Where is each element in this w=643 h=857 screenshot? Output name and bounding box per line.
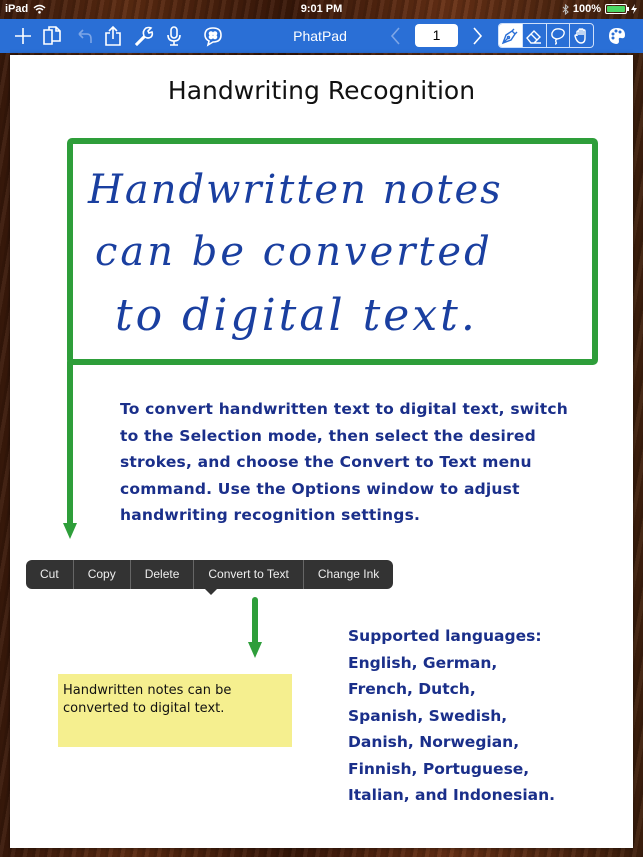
lasso-icon [551,27,565,45]
battery-icon [605,4,629,14]
share-icon [105,25,121,46]
page-number-field[interactable]: 1 [415,24,458,47]
chevron-right-icon [473,27,483,45]
green-arrow-left-head [63,523,77,539]
languages-line: Italian, and Indonesian. [348,786,556,804]
context-menu: Cut Copy Delete Convert to Text Change I… [26,560,394,589]
supported-languages: Supported languages: English, German, Fr… [348,623,608,809]
palette-icon [609,28,625,44]
menu-item-convert-to-text[interactable]: Convert to Text [194,560,304,589]
menu-item-cut[interactable]: Cut [26,560,74,589]
green-arrow-middle-head [248,642,262,658]
chevron-left-icon [390,27,400,45]
previous-page-button[interactable] [384,24,408,48]
languages-heading: Supported languages: [348,627,542,645]
handwritten-line: Handwritten notes [87,167,503,213]
eraser-mode-button[interactable] [523,24,547,47]
languages-line: Finnish, Portuguese, [348,759,530,778]
status-bar: iPad 9:01 PM 100% [0,0,643,19]
undo-button[interactable] [72,24,96,48]
lasso-mode-button[interactable] [547,24,571,47]
instructions-text: To convert handwritten text to digital t… [120,400,569,524]
languages-line: English, German, [348,653,498,672]
pen-mode-button[interactable] [499,24,523,47]
palette-button[interactable] [605,24,629,48]
undo-icon [78,29,92,43]
menu-item-change-ink[interactable]: Change Ink [304,560,393,589]
eraser-icon [526,29,542,44]
app-title: PhatPad [293,28,347,44]
menu-pointer [204,588,218,595]
chat-bubble-icon [204,27,222,47]
fountain-pen-icon [502,28,518,44]
toolbar: PhatPad 1 [0,19,643,53]
add-button[interactable] [11,24,35,48]
microphone-icon [167,26,181,46]
mode-selector [498,23,594,48]
charging-icon [631,4,637,14]
menu-item-delete[interactable]: Delete [131,560,195,589]
bluetooth-icon [562,3,569,15]
pages-icon [43,26,61,45]
next-page-button[interactable] [465,24,489,48]
note-page[interactable]: Handwriting Recognition Handwritten note… [10,55,633,848]
sticky-note[interactable]: Handwritten notes can be converted to di… [58,674,292,747]
handwritten-line: can be converted [95,229,493,275]
voice-button[interactable] [162,24,186,48]
pages-button[interactable] [40,24,64,48]
menu-item-copy[interactable]: Copy [74,560,131,589]
plus-icon [15,28,31,44]
chat-button[interactable] [201,24,225,48]
languages-line: French, Dutch, [348,680,476,698]
hand-mode-button[interactable] [570,24,593,47]
handwritten-line: to digital text. [115,290,478,341]
clock: 9:01 PM [300,3,343,15]
share-button[interactable] [101,24,125,48]
battery-percent: 100% [572,3,601,15]
hand-icon [573,27,586,44]
languages-line: Danish, Norwegian, [348,733,520,751]
settings-button[interactable] [132,24,156,48]
wrench-icon [134,26,154,47]
languages-line: Spanish, Swedish, [348,706,508,725]
